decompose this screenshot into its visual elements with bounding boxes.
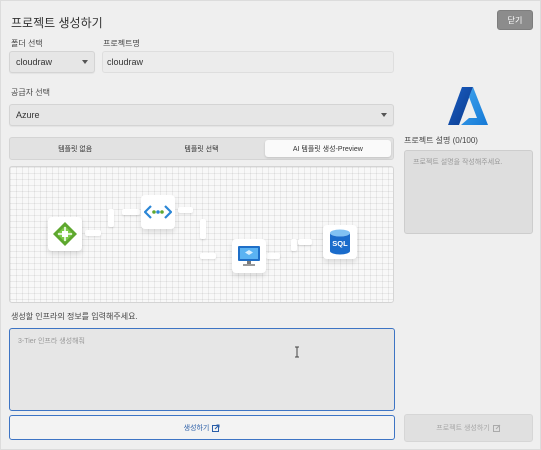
generate-button[interactable]: 생성하기: [9, 415, 395, 440]
virtual-machine-icon: [238, 246, 260, 266]
template-tabs: 템플릿 없음 템플릿 선택 AI 템플릿 생성-Preview: [9, 137, 394, 160]
project-name-value: cloudraw: [107, 57, 144, 67]
diagram-node-vnet[interactable]: [141, 195, 175, 229]
project-name-field[interactable]: cloudraw: [102, 51, 394, 73]
folder-select[interactable]: cloudraw: [9, 51, 95, 73]
connector: [122, 209, 140, 215]
diagram-node-gateway[interactable]: [48, 217, 82, 251]
tab-no-template[interactable]: 템플릿 없음: [12, 140, 138, 157]
create-project-button[interactable]: 프로젝트 생성하기: [404, 414, 533, 442]
tab-select-template[interactable]: 템플릿 선택: [138, 140, 264, 157]
sql-label: SQL: [332, 239, 348, 248]
connector: [266, 253, 280, 259]
connector: [85, 230, 101, 236]
virtual-network-icon: [144, 205, 172, 219]
chevron-down-icon: [381, 113, 387, 117]
external-link-icon: [212, 424, 220, 432]
connector: [178, 207, 193, 213]
edit-icon: [492, 424, 501, 432]
diagram-node-vm[interactable]: [232, 239, 266, 273]
description-label: 프로젝트 설명 (0/100): [404, 136, 478, 145]
application-gateway-icon: [53, 222, 77, 246]
connector: [108, 209, 114, 227]
chevron-down-icon: [82, 60, 88, 64]
connector: [200, 253, 216, 259]
text-cursor-icon: [295, 346, 299, 358]
connector: [291, 239, 297, 251]
provider-select-value: Azure: [16, 110, 40, 120]
generate-button-label: 생성하기: [183, 424, 210, 432]
tab-ai-template[interactable]: AI 템플릿 생성-Preview: [264, 140, 391, 157]
dialog-title: 프로젝트 생성하기: [11, 16, 103, 30]
prompt-placeholder: 3-Tier 인프라 생성해줘: [18, 338, 85, 345]
provider-select[interactable]: Azure: [9, 104, 394, 126]
folder-select-value: cloudraw: [16, 57, 53, 67]
provider-label: 공급자 선택: [11, 88, 51, 97]
prompt-label: 생성할 인프라의 정보를 입력해주세요.: [11, 312, 138, 321]
sql-database-icon: SQL: [330, 229, 350, 255]
azure-logo-icon: [448, 87, 488, 125]
create-project-dialog: 프로젝트 생성하기 닫기 폴더 선택 cloudraw 프로젝트명 cloudr…: [0, 0, 541, 450]
description-textarea[interactable]: 프로젝트 설명을 작성해주세요.: [404, 150, 533, 234]
description-placeholder: 프로젝트 설명을 작성해주세요.: [413, 159, 503, 166]
project-name-label: 프로젝트명: [103, 39, 140, 48]
folder-label: 폴더 선택: [11, 39, 43, 48]
connector: [298, 239, 312, 245]
connector: [200, 219, 206, 239]
diagram-canvas[interactable]: SQL: [9, 166, 394, 303]
create-project-button-label: 프로젝트 생성하기: [436, 425, 490, 432]
close-button[interactable]: 닫기: [497, 10, 533, 30]
diagram-node-sql[interactable]: SQL: [323, 225, 357, 259]
prompt-textarea[interactable]: 3-Tier 인프라 생성해줘: [9, 328, 395, 411]
